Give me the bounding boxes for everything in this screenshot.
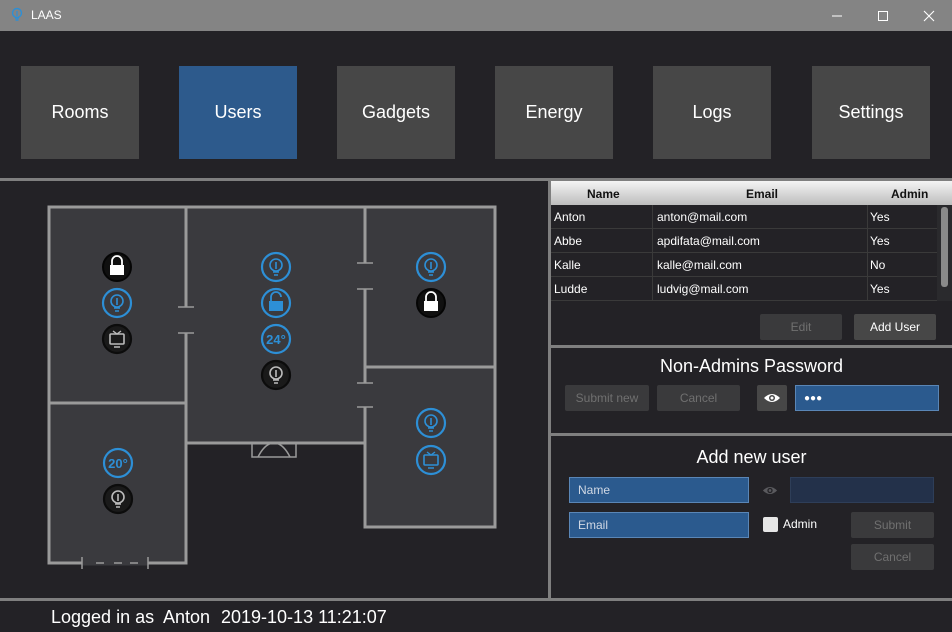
- eye-icon: [764, 394, 780, 402]
- cell-name: Abbe: [554, 234, 583, 248]
- show-password-button[interactable]: [757, 385, 787, 411]
- nav-logs-button[interactable]: Logs: [653, 66, 771, 159]
- table-scrollbar[interactable]: [937, 205, 952, 301]
- tv-icon[interactable]: [101, 323, 133, 355]
- floor-plan: 24° 20°: [0, 181, 548, 599]
- window-title: LAAS: [31, 8, 62, 22]
- admin-checkbox[interactable]: [763, 517, 778, 532]
- minimize-button[interactable]: [814, 0, 860, 31]
- app-lightbulb-icon: [11, 7, 23, 21]
- maximize-button[interactable]: [860, 0, 906, 31]
- edit-user-button[interactable]: Edit: [760, 314, 842, 340]
- col-email-header[interactable]: Email: [746, 187, 778, 201]
- cell-admin: Yes: [870, 210, 890, 224]
- table-row[interactable]: Ludde ludvig@mail.com Yes: [551, 277, 937, 301]
- table-row[interactable]: Anton anton@mail.com Yes: [551, 205, 937, 229]
- status-bar: Logged in as Anton 2019-10-13 11:21:07: [0, 601, 952, 632]
- nav-rooms-button[interactable]: Rooms: [21, 66, 139, 159]
- scrollbar-thumb[interactable]: [941, 207, 948, 287]
- lightbulb-icon[interactable]: [260, 359, 292, 391]
- cancel-password-button[interactable]: Cancel: [657, 385, 740, 411]
- lock-icon[interactable]: [416, 288, 446, 318]
- new-user-password-field[interactable]: [790, 477, 934, 503]
- status-datetime: 2019-10-13 11:21:07: [221, 607, 387, 627]
- cell-email: kalle@mail.com: [657, 258, 742, 272]
- main-nav: Rooms Users Gadgets Energy Logs Settings: [0, 31, 952, 178]
- room-temp-1: 24°: [266, 332, 286, 347]
- non-admin-password-field[interactable]: ●●●: [795, 385, 939, 411]
- table-row[interactable]: Kalle kalle@mail.com No: [551, 253, 937, 277]
- floor-plan-drawing: 24° 20°: [47, 205, 497, 569]
- add-user-title: Add new user: [696, 447, 807, 467]
- users-table: Name Email Admin Anton anton@mail.com Ye…: [551, 181, 952, 345]
- logged-in-label: Logged in as: [51, 607, 155, 627]
- col-name-header[interactable]: Name: [587, 187, 620, 201]
- cell-email: ludvig@mail.com: [657, 282, 749, 296]
- minimize-icon: [832, 15, 842, 16]
- cancel-new-user-button[interactable]: Cancel: [851, 544, 934, 570]
- eye-icon: [762, 486, 778, 494]
- nav-users-button[interactable]: Users: [179, 66, 297, 159]
- section-divider: [551, 345, 952, 348]
- laas-window: LAAS Rooms Users Gadgets Energy Logs Set…: [0, 0, 952, 632]
- cell-admin: No: [870, 258, 886, 272]
- close-icon: [923, 10, 935, 21]
- maximize-icon: [878, 10, 888, 21]
- lightbulb-icon[interactable]: [102, 483, 134, 515]
- title-bar: LAAS: [0, 0, 952, 31]
- cell-email: anton@mail.com: [657, 210, 748, 224]
- cell-admin: Yes: [870, 234, 890, 248]
- new-user-name-field[interactable]: Name: [569, 477, 749, 503]
- show-new-password-button[interactable]: [755, 477, 785, 503]
- nav-settings-button[interactable]: Settings: [812, 66, 930, 159]
- table-header: Name Email Admin: [551, 181, 952, 205]
- section-divider: [551, 433, 952, 436]
- cell-email: apdifata@mail.com: [657, 234, 760, 248]
- submit-new-user-button[interactable]: Submit: [851, 512, 934, 538]
- nav-energy-button[interactable]: Energy: [495, 66, 613, 159]
- col-admin-header[interactable]: Admin: [891, 187, 928, 201]
- close-button[interactable]: [906, 0, 952, 31]
- nav-gadgets-button[interactable]: Gadgets: [337, 66, 455, 159]
- non-admin-password-title: Non-Admins Password: [659, 356, 844, 376]
- logged-in-user: Anton: [163, 607, 211, 627]
- admin-checkbox-label: Admin: [783, 517, 818, 531]
- cell-name: Kalle: [554, 258, 581, 272]
- table-row[interactable]: Abbe apdifata@mail.com Yes: [551, 229, 937, 253]
- cell-name: Anton: [554, 210, 586, 224]
- room-temp-2: 20°: [108, 456, 128, 471]
- new-user-email-field[interactable]: Email: [569, 512, 749, 538]
- submit-new-password-button[interactable]: Submit new: [565, 385, 649, 411]
- cell-name: Ludde: [554, 282, 588, 296]
- cell-admin: Yes: [870, 282, 890, 296]
- lock-icon[interactable]: [102, 252, 132, 282]
- add-user-button[interactable]: Add User: [854, 314, 936, 340]
